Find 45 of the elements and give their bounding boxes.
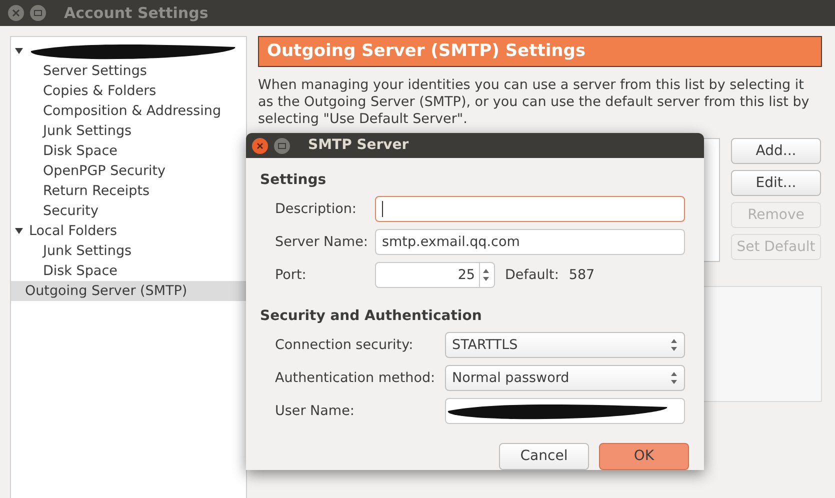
minimize-icon[interactable] [30, 5, 46, 21]
field-label: Server Name: [275, 232, 369, 252]
tree-item[interactable]: Composition & Addressing [11, 101, 246, 121]
tree-item[interactable]: Disk Space [11, 141, 246, 161]
tree-item[interactable]: Disk Space [11, 261, 246, 281]
auth-method-select[interactable]: Normal password [445, 365, 685, 391]
field-label: Connection security: [275, 336, 414, 355]
tree-item[interactable]: Copies & Folders [11, 81, 246, 101]
expand-triangle-icon[interactable] [15, 47, 23, 55]
dialog-button[interactable]: Cancel [499, 443, 589, 470]
field-label: Authentication method: [275, 368, 436, 388]
panel-button[interactable]: Add... [731, 138, 821, 164]
panel-button[interactable]: Edit... [731, 170, 821, 196]
section-heading: Settings [260, 172, 326, 188]
tree-item[interactable]: Junk Settings [11, 121, 246, 141]
panel-heading: Outgoing Server (SMTP) Settings [258, 36, 822, 67]
dialog-title: SMTP Server [308, 136, 409, 155]
close-icon[interactable] [252, 138, 268, 154]
tree-item[interactable]: Server Settings [11, 61, 246, 81]
tree-item[interactable]: Return Receipts [11, 181, 246, 201]
spinner-arrows-icon[interactable] [482, 268, 490, 282]
field-label: Port: [275, 266, 308, 285]
close-icon[interactable] [8, 5, 24, 21]
description-field[interactable] [375, 196, 685, 222]
port-spinbox[interactable]: 25 [375, 262, 495, 288]
spinner-arrows-icon[interactable] [670, 338, 678, 352]
section-heading: Security and Authentication [260, 308, 482, 324]
expand-triangle-icon[interactable] [15, 227, 23, 235]
minimize-icon[interactable] [274, 138, 290, 154]
connection-security-select[interactable]: STARTTLS [445, 332, 685, 358]
dialog-button[interactable]: OK [599, 443, 689, 470]
field-label: User Name: [275, 402, 356, 421]
tree-item[interactable]: Junk Settings [11, 241, 246, 261]
user-name-field[interactable] [445, 398, 685, 424]
default-port: 587 [568, 266, 595, 285]
tree-item[interactable]: Local Folders [11, 221, 246, 241]
window-title: Account Settings [64, 2, 208, 24]
field-label: Description: [275, 200, 358, 219]
server-name-field[interactable]: smtp.exmail.qq.com [375, 229, 685, 255]
tree-item[interactable]: Outgoing Server (SMTP) [11, 281, 246, 301]
tree-item[interactable]: OpenPGP Security [11, 161, 246, 181]
panel-description: When managing your identities you can use a server from this list by selecting it as the Outgoing Server (SMTP), or you can use the default server from this list by selecting "Use Default Server". [258, 77, 810, 128]
tree-item[interactable]: Security [11, 201, 246, 221]
spinner-arrows-icon[interactable] [670, 371, 678, 385]
default-label: Default: [505, 266, 559, 285]
